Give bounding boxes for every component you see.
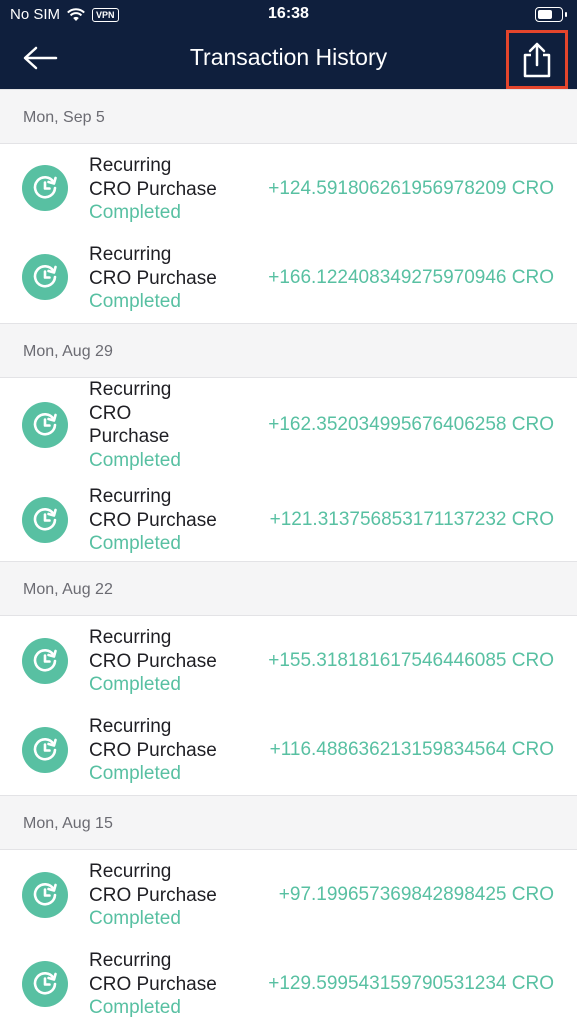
- recurring-clock-icon: [22, 638, 68, 684]
- battery-icon: [535, 7, 567, 22]
- transaction-amount: +162.352034995676406258 CRO: [268, 414, 554, 435]
- recurring-clock-icon: [22, 165, 68, 211]
- transaction-name-line1: Recurring: [89, 486, 172, 507]
- transaction-status: Completed: [89, 763, 181, 784]
- transaction-name-line2: CRO: [89, 402, 132, 424]
- top-bar: No SIM VPN 16:38 Transaction History: [0, 0, 577, 89]
- transaction-row[interactable]: Recurring CRO Purchase Completed +116.48…: [0, 705, 577, 795]
- transaction-amount: +121.313756853171137232 CRO: [269, 509, 554, 530]
- transaction-row[interactable]: Recurring CRO Purchase Completed +129.59…: [0, 939, 577, 1029]
- transaction-name-line2: CRO Purchase: [89, 178, 217, 200]
- transaction-status: Completed: [89, 202, 181, 223]
- recurring-clock-icon: [22, 402, 68, 448]
- transaction-name-line1: Recurring: [89, 716, 172, 737]
- transaction-amount: +97.199657369842898425 CRO: [278, 884, 554, 905]
- transaction-row[interactable]: Recurring CRO Purchase Completed +124.59…: [0, 144, 577, 233]
- status-bar: No SIM VPN 16:38: [0, 0, 577, 30]
- transaction-name-line1: Recurring: [89, 155, 172, 176]
- date-header: Mon, Sep 5: [0, 89, 577, 144]
- transaction-status: Completed: [89, 291, 181, 312]
- transaction-amount: +124.591806261956978209 CRO: [268, 178, 554, 199]
- recurring-clock-icon: [22, 497, 68, 543]
- transaction-status: Completed: [89, 674, 181, 695]
- transaction-name-line3: Purchase: [89, 426, 170, 447]
- transaction-name-line1: Recurring: [89, 627, 172, 648]
- date-header: Mon, Aug 29: [0, 323, 577, 378]
- recurring-clock-icon: [22, 872, 68, 918]
- recurring-clock-icon: [22, 727, 68, 773]
- transaction-row[interactable]: Recurring CRO Purchase Completed +162.35…: [0, 378, 577, 482]
- transaction-name-line2: CRO Purchase: [89, 509, 217, 531]
- transaction-name-line2: CRO Purchase: [89, 650, 217, 672]
- transaction-name-line2: CRO Purchase: [89, 973, 217, 995]
- transaction-list: Mon, Sep 5 Recurring CRO Purchase Comple…: [0, 89, 577, 1029]
- date-header: Mon, Aug 22: [0, 561, 577, 616]
- recurring-clock-icon: [22, 961, 68, 1007]
- transaction-name-line1: Recurring: [89, 244, 172, 265]
- transaction-name-line1: Recurring: [89, 861, 172, 882]
- transaction-row[interactable]: Recurring CRO Purchase Completed +121.31…: [0, 482, 577, 561]
- transaction-amount: +129.599543159790531234 CRO: [268, 973, 554, 994]
- share-export-icon: [523, 42, 551, 77]
- transaction-status: Completed: [89, 533, 181, 554]
- transaction-status: Completed: [89, 449, 181, 471]
- transaction-name-line2: CRO Purchase: [89, 884, 217, 906]
- transaction-name-line1: Recurring: [89, 950, 172, 971]
- transaction-name-line2: CRO Purchase: [89, 267, 217, 289]
- transaction-status: Completed: [89, 908, 181, 929]
- transaction-name-line1: Recurring: [89, 379, 172, 400]
- clock: 16:38: [268, 5, 309, 22]
- recurring-clock-icon: [22, 254, 68, 300]
- transaction-row[interactable]: Recurring CRO Purchase Completed +97.199…: [0, 850, 577, 939]
- transaction-amount: +155.318181617546446085 CRO: [268, 650, 554, 671]
- transaction-name-line2: CRO Purchase: [89, 739, 217, 761]
- transaction-amount: +116.488636213159834564 CRO: [269, 739, 554, 760]
- transaction-status: Completed: [89, 997, 181, 1018]
- transaction-row[interactable]: Recurring CRO Purchase Completed +166.12…: [0, 233, 577, 323]
- transaction-amount: +166.122408349275970946 CRO: [268, 267, 554, 288]
- transaction-row[interactable]: Recurring CRO Purchase Completed +155.31…: [0, 616, 577, 705]
- share-button[interactable]: [506, 30, 568, 89]
- page-title: Transaction History: [189, 44, 388, 70]
- date-header: Mon, Aug 15: [0, 795, 577, 850]
